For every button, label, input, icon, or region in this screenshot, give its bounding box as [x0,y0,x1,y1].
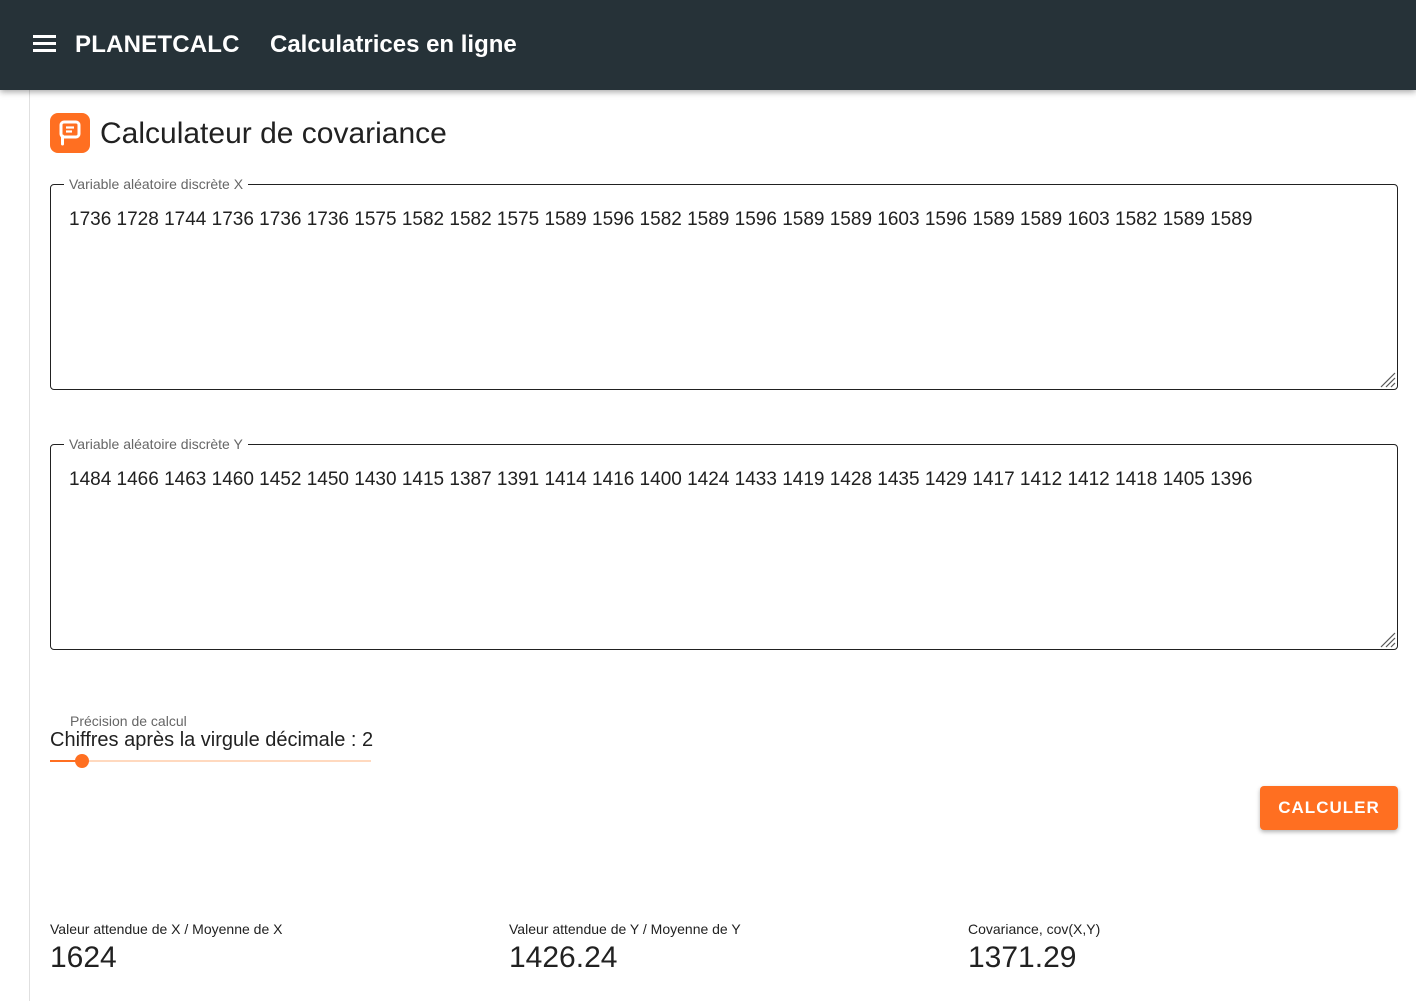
variable-x-field: Variable aléatoire discrète X 1736 1728 … [50,176,1398,390]
left-rail-divider [29,90,30,1001]
result-mean-y: Valeur attendue de Y / Moyenne de Y 1426… [509,920,741,978]
planetcalc-logo-icon [50,113,90,153]
variable-x-label: Variable aléatoire discrète X [69,176,244,192]
app-bar: PLANETCALC Calculatrices en ligne [0,0,1416,90]
brand-name[interactable]: PLANETCALC [75,28,240,62]
mean-x-value: 1624 [50,941,117,974]
decimal-digits-label: Chiffres après la virgule décimale : 2 [50,729,374,751]
precision-label: Précision de calcul [70,713,187,729]
mean-y-label: Valeur attendue de Y / Moyenne de Y [509,921,741,937]
calculate-button[interactable]: CALCULER [1260,786,1398,830]
resize-grip-icon[interactable] [1378,630,1396,648]
precision-slider-thumb[interactable] [75,754,89,768]
page-title: Calculateur de covariance [100,117,447,150]
variable-y-label: Variable aléatoire discrète Y [69,436,243,452]
resize-grip-icon[interactable] [1378,370,1396,388]
app-title[interactable]: Calculatrices en ligne [270,28,517,62]
variable-y-field: Variable aléatoire discrète Y 1484 1466 … [50,436,1398,650]
result-covariance: Covariance, cov(X,Y) 1371.29 [968,920,1100,978]
mean-x-label: Valeur attendue de X / Moyenne de X [50,921,283,937]
menu-icon[interactable] [30,32,60,58]
covariance-label: Covariance, cov(X,Y) [968,921,1101,937]
variable-y-input[interactable]: 1484 1466 1463 1460 1452 1450 1430 1415 … [69,468,1369,638]
precision-slider-track[interactable] [50,760,371,762]
result-mean-x: Valeur attendue de X / Moyenne de X 1624 [50,920,282,978]
variable-x-input[interactable]: 1736 1728 1744 1736 1736 1736 1575 1582 … [69,208,1369,378]
covariance-value: 1371.29 [968,941,1077,974]
mean-y-value: 1426.24 [509,941,618,974]
